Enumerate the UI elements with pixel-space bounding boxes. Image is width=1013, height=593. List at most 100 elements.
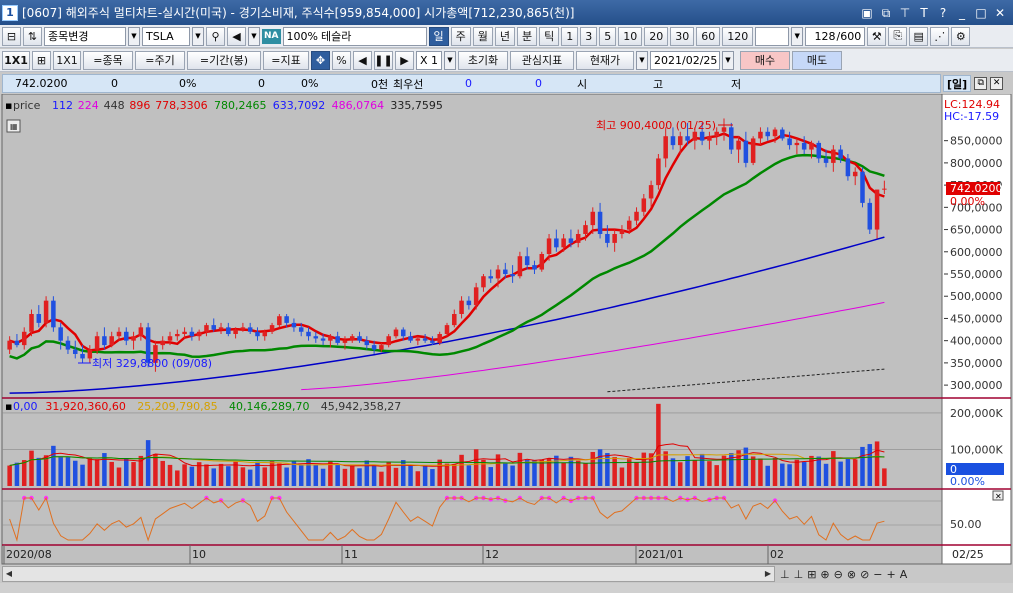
period-week[interactable]: 주: [450, 26, 471, 46]
volume-bar: [466, 465, 472, 486]
play-icon[interactable]: ▶: [395, 50, 414, 70]
save-icon[interactable]: ▤: [909, 26, 929, 46]
symbol-dropdown-icon[interactable]: ▼: [192, 26, 204, 46]
candle-body: [422, 338, 428, 341]
price-legend-item: 896: [129, 99, 150, 112]
pause-icon[interactable]: ❚❚: [374, 50, 393, 70]
period-year[interactable]: 년: [494, 26, 515, 46]
candle-body: [882, 188, 887, 190]
candle-body: [677, 136, 683, 146]
candle-body: [721, 127, 727, 132]
price-dropdown-icon[interactable]: ▼: [636, 50, 648, 70]
date-input[interactable]: 2021/02/25: [650, 50, 720, 70]
tray-icon[interactable]: ▣: [860, 6, 874, 20]
crosshair-icon[interactable]: ✥: [311, 50, 330, 70]
chart-type-icon[interactable]: ⚒: [867, 26, 887, 46]
percent-icon[interactable]: %: [332, 50, 351, 70]
candle-body: [663, 136, 668, 159]
speaker-dropdown-icon[interactable]: ▼: [248, 26, 260, 46]
price-legend: ▪ price 112 224 448 896 778,3306 780,2465 633,70…: [5, 99, 443, 112]
period-day[interactable]: 일: [428, 26, 449, 46]
maximize-icon[interactable]: □: [974, 6, 988, 20]
bar-count-field[interactable]: 128 /600: [805, 26, 866, 46]
panel-close-icon[interactable]: ✕: [990, 77, 1004, 90]
multiplier-dropdown-icon[interactable]: ▼: [444, 50, 456, 70]
period-minute[interactable]: 분: [517, 26, 538, 46]
volume-bar: [743, 447, 749, 486]
zoom-in-tool-icon[interactable]: ⊕: [820, 568, 829, 581]
range-icon[interactable]: ⊥: [794, 568, 804, 581]
category-select[interactable]: 종목변경: [44, 26, 126, 46]
chart-scrollbar[interactable]: ◀ ▶: [2, 566, 775, 582]
view-1x1-button[interactable]: 1X1: [2, 50, 30, 70]
interval-120[interactable]: 120: [722, 26, 754, 46]
quote-high-label: 고: [653, 77, 664, 91]
scroll-left-icon[interactable]: ◀: [3, 567, 15, 581]
multiplier-select[interactable]: X 1: [416, 50, 442, 70]
category-dropdown-icon[interactable]: ▼: [128, 26, 140, 46]
volume-bar: [51, 445, 56, 486]
chart-area[interactable]: 850,0000800,0000750,0000700,0000650,0000…: [0, 94, 1013, 566]
period-tick[interactable]: 틱: [539, 26, 560, 46]
volume-bar: [503, 463, 508, 486]
symbol-input[interactable]: TSLA: [142, 26, 190, 46]
zoom-in-icon[interactable]: +: [887, 568, 896, 581]
sell-button[interactable]: 매도: [792, 50, 842, 70]
current-price-button[interactable]: 현재가: [576, 50, 634, 70]
clear-tool-icon[interactable]: ⊘: [860, 568, 869, 581]
overlay-icon[interactable]: ⎘: [888, 26, 908, 46]
indicator-icon[interactable]: ⋰: [930, 26, 950, 46]
crosshair-tool-icon[interactable]: ⊗: [847, 568, 856, 581]
candle-body: [36, 314, 42, 323]
interval-1[interactable]: 1: [561, 26, 579, 46]
layout-icon[interactable]: ⊟: [2, 26, 21, 46]
scale-icon[interactable]: ⊥: [780, 568, 790, 581]
candle-body: [437, 334, 442, 343]
interval-custom-input[interactable]: [755, 26, 790, 46]
zoom-out-tool-icon[interactable]: ⊖: [834, 568, 843, 581]
search-icon[interactable]: ⚲: [206, 26, 225, 46]
minimize-icon[interactable]: _: [955, 6, 969, 20]
view-1x1-alt-button[interactable]: 1X1: [53, 50, 81, 70]
reset-button[interactable]: 초기화: [458, 50, 508, 70]
volume-bar: [437, 459, 442, 486]
price-legend-item: price: [13, 99, 41, 112]
layout-tool-icon[interactable]: ⊞: [807, 568, 816, 581]
interval-3[interactable]: 3: [580, 26, 598, 46]
candle-body: [349, 336, 355, 341]
interval-dropdown-icon[interactable]: ▼: [791, 26, 804, 46]
scroll-right-icon[interactable]: ▶: [762, 567, 774, 581]
settings-gear-icon[interactable]: ⚙: [951, 26, 971, 46]
watch-indicator-button[interactable]: 관심지표: [510, 50, 574, 70]
sync-range-button[interactable]: =기간(봉): [187, 50, 261, 70]
zoom-out-icon[interactable]: −: [873, 568, 882, 581]
rewind-icon[interactable]: ◀: [353, 50, 372, 70]
speaker-icon[interactable]: ◀: [227, 26, 246, 46]
interval-60[interactable]: 60: [696, 26, 721, 46]
volume-bar: [787, 464, 792, 486]
pin-icon[interactable]: ⊤: [898, 6, 912, 20]
interval-10[interactable]: 10: [618, 26, 643, 46]
candle-body: [247, 327, 253, 332]
sync-symbol-button[interactable]: =종목: [83, 50, 133, 70]
period-month[interactable]: 월: [472, 26, 493, 46]
date-dropdown-icon[interactable]: ▼: [722, 50, 734, 70]
interval-5[interactable]: 5: [599, 26, 617, 46]
x-tick-label: 12: [485, 548, 499, 561]
text-icon[interactable]: T: [917, 6, 931, 20]
grid-icon[interactable]: ⊞: [32, 50, 51, 70]
font-size-icon[interactable]: A: [900, 568, 908, 581]
interval-20[interactable]: 20: [644, 26, 669, 46]
candle-body: [262, 331, 268, 337]
interval-30[interactable]: 30: [670, 26, 695, 46]
window-title: [0607] 해외주식 멀티차트-실시간(미국) - 경기소비재, 주식수[95…: [22, 6, 575, 20]
sort-icon[interactable]: ⇅: [23, 26, 42, 46]
panel-restore-icon[interactable]: ⧉: [974, 77, 988, 90]
help-icon[interactable]: ?: [936, 6, 950, 20]
sync-period-button[interactable]: =주기: [135, 50, 185, 70]
volume-bar: [211, 468, 217, 486]
buy-button[interactable]: 매수: [740, 50, 790, 70]
sync-indicator-button[interactable]: =지표: [263, 50, 309, 70]
close-icon[interactable]: ✕: [993, 6, 1007, 20]
restore-icon[interactable]: ⧉: [879, 6, 893, 20]
